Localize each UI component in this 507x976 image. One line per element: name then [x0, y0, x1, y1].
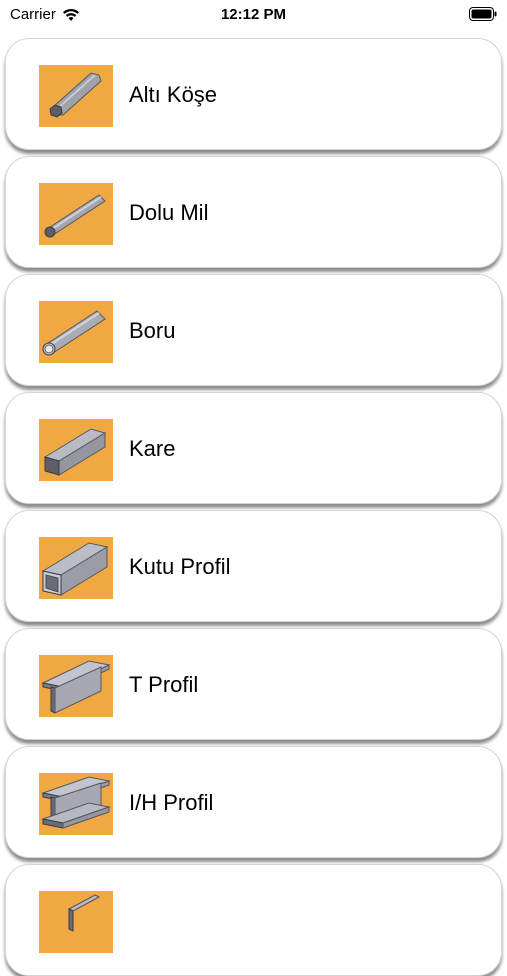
profile-row-partial[interactable] [5, 864, 502, 976]
profile-thumbnail [39, 655, 113, 717]
profile-row-kare[interactable]: Kare [5, 392, 502, 504]
profile-row-ih-profil[interactable]: I/H Profil [5, 746, 502, 858]
t-profile-icon [41, 660, 111, 714]
profile-thumbnail [39, 773, 113, 835]
profile-label: Boru [129, 318, 176, 343]
profile-row-boru[interactable]: Boru [5, 274, 502, 386]
angle-profile-icon [67, 894, 101, 932]
profile-thumbnail [39, 301, 113, 363]
profile-label: I/H Profil [129, 790, 214, 815]
profile-row-kutu-profil[interactable]: Kutu Profil [5, 510, 502, 622]
hexagonal-bar-icon [49, 72, 102, 118]
solid-round-bar-icon [44, 194, 106, 238]
profile-label: Kare [129, 436, 176, 461]
box-profile-icon [41, 542, 109, 596]
pipe-icon [42, 310, 106, 356]
square-bar-icon [43, 428, 107, 476]
profile-row-alti-kose[interactable]: Altı Köşe [5, 38, 502, 150]
profile-label: Altı Köşe [129, 82, 218, 107]
profile-row-t-profil[interactable]: T Profil [5, 628, 502, 740]
profile-label: T Profil [129, 672, 199, 697]
profile-thumbnail [39, 183, 113, 245]
status-bar: Carrier 12:12 PM [0, 0, 507, 30]
profile-label: Kutu Profil [129, 554, 231, 579]
battery-icon [469, 7, 497, 21]
status-time: 12:12 PM [220, 6, 287, 23]
profile-thumbnail [39, 537, 113, 599]
profile-thumbnail [39, 891, 113, 953]
ih-profile-icon [41, 776, 111, 829]
profile-thumbnail [39, 419, 113, 481]
profile-row-dolu-mil[interactable]: Dolu Mil [5, 156, 502, 268]
profile-thumbnail [39, 65, 113, 127]
profile-label: Dolu Mil [129, 200, 209, 225]
